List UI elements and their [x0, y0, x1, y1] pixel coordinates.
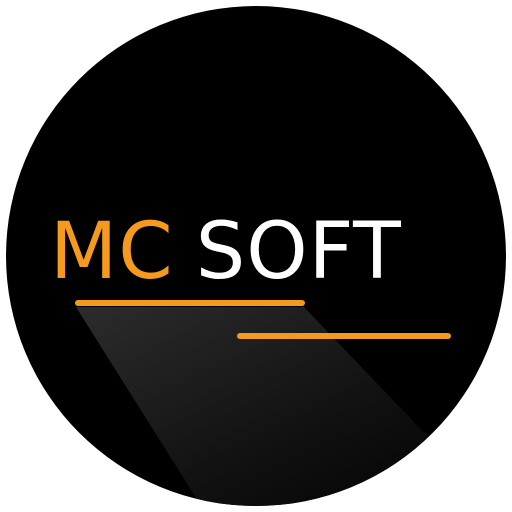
logo-wordmark: MC SOFT — [50, 207, 402, 297]
mc-soft-logo: MC SOFT — [6, 6, 506, 506]
logo-text-soft: SOFT — [196, 207, 402, 297]
logo-text-mc: MC — [50, 207, 174, 297]
logo-canvas: MC SOFT — [0, 0, 512, 512]
